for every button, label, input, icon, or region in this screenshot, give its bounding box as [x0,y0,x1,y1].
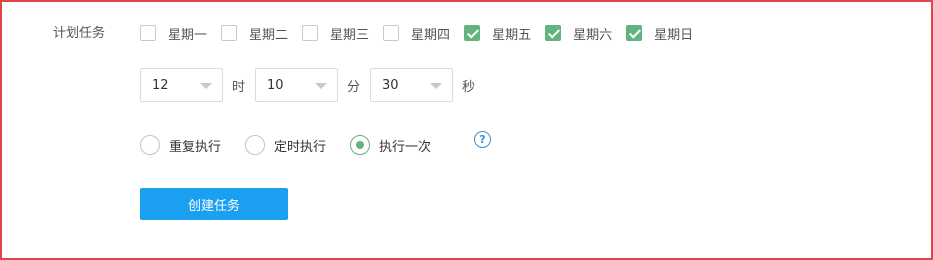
execution-mode-radio-group: 重复执行 定时执行 执行一次 [140,133,431,157]
friday-label: 星期五 [492,27,532,43]
second-value: 30 [382,77,399,93]
minute-select[interactable]: 10 [255,68,339,102]
hour-unit-label: 时 [232,79,246,95]
sunday-checkbox[interactable] [626,25,643,41]
weekday-sunday[interactable]: 星期日 [626,24,693,43]
mode-scheduled[interactable]: 定时执行 [245,135,326,155]
weekday-saturday[interactable]: 星期六 [545,24,612,43]
minute-unit-label: 分 [347,79,361,95]
second-select[interactable]: 30 [370,68,454,102]
monday-checkbox[interactable] [140,25,156,41]
second-unit-label: 秒 [462,79,476,95]
scheduled-task-label: 计划任务 [53,26,106,41]
thursday-label: 星期四 [411,27,451,43]
repeat-radio[interactable] [140,135,160,155]
wednesday-label: 星期三 [330,27,370,43]
saturday-checkbox[interactable] [545,25,562,41]
saturday-label: 星期六 [573,27,613,43]
scheduled-radio[interactable] [245,135,266,155]
once-radio[interactable] [350,135,371,155]
time-selector-row: 12 时 10 分 30 秒 [140,68,485,102]
mode-once[interactable]: 执行一次 [350,135,431,155]
chevron-down-icon [200,83,212,89]
once-label: 执行一次 [379,139,432,155]
chevron-down-icon [315,83,328,89]
chevron-down-icon [430,83,443,89]
tuesday-checkbox[interactable] [221,25,238,41]
hour-select[interactable]: 12 [140,68,223,102]
hour-value: 12 [152,77,169,93]
weekday-checkbox-group: 星期一 星期二 星期三 星期四 星期五 星期六 星期日 [140,23,693,43]
tuesday-label: 星期二 [249,27,289,43]
friday-checkbox[interactable] [464,25,481,41]
wednesday-checkbox[interactable] [302,25,319,41]
weekday-monday[interactable]: 星期一 [140,24,207,43]
mode-repeat[interactable]: 重复执行 [140,135,221,155]
weekday-wednesday[interactable]: 星期三 [302,24,369,43]
weekday-tuesday[interactable]: 星期二 [221,24,288,43]
thursday-checkbox[interactable] [383,25,400,41]
sunday-label: 星期日 [654,27,694,43]
repeat-label: 重复执行 [169,139,222,155]
monday-label: 星期一 [168,27,208,43]
weekday-friday[interactable]: 星期五 [464,24,531,43]
weekday-thursday[interactable]: 星期四 [383,24,450,43]
minute-value: 10 [267,77,284,93]
scheduled-label: 定时执行 [274,139,327,155]
help-question-icon[interactable]: ? [474,131,491,148]
create-task-button[interactable]: 创建任务 [140,188,288,220]
